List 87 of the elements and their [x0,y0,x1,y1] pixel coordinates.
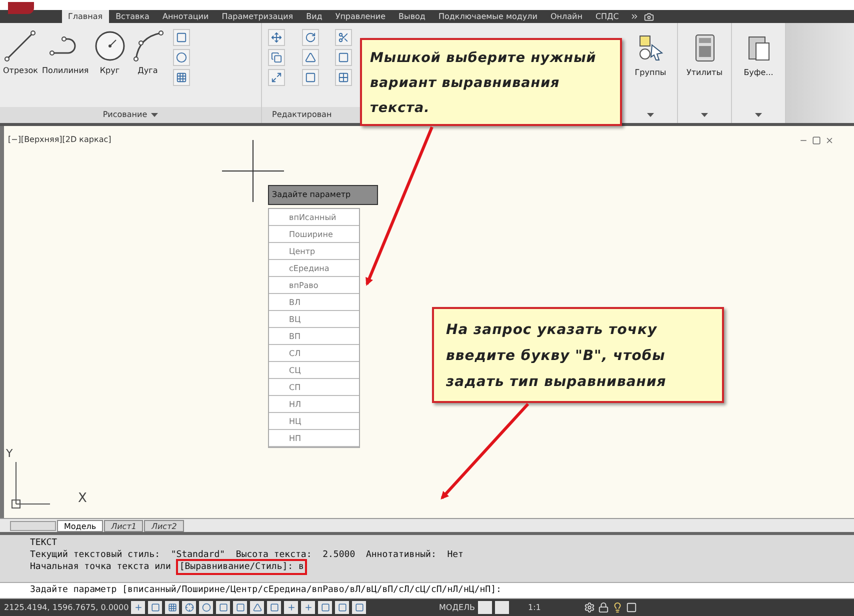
caret-icon [755,113,762,117]
command-history-line: Текущий текстовый стиль: "Standard" Высота текста: 2.5000 Аннотативный: Нет [30,549,464,561]
layout-icon[interactable] [495,601,510,614]
menu-item[interactable]: впРаво [269,277,359,294]
draw-tool-label[interactable]: Круг [100,65,120,77]
panel-title[interactable]: Рисование [102,109,148,121]
ribbon-tab[interactable]: Главная [62,10,109,23]
circle-tool-icon [92,29,127,63]
tool-label[interactable]: Утилиты [686,67,723,79]
viewport-label[interactable]: [−][Верхняя][2D каркас] [8,134,112,146]
menu-item[interactable]: НЦ [269,413,359,430]
command-history-line: Начальная точка текста или [30,561,172,573]
layout-tab[interactable]: Лист2 [144,520,184,532]
lock-icon[interactable] [598,602,609,613]
ribbon-tab[interactable]: Управление [329,10,392,23]
draw-tool-label[interactable]: Отрезок [3,65,38,77]
ribbon-tab[interactable]: Онлайн [544,10,588,23]
line-tool-icon [3,29,38,63]
command-history-line: ТЕКСТ [30,537,58,549]
more-tabs-icon[interactable] [630,12,639,21]
status-toggle-icon[interactable] [301,601,315,614]
status-toggle-icon[interactable] [352,601,366,614]
close-icon[interactable] [825,136,834,145]
menu-item[interactable]: НП [269,430,359,447]
status-toggle-icon[interactable] [318,601,332,614]
axis-label: Y [6,446,13,462]
menu-item[interactable]: ВП [269,328,359,345]
restore-icon[interactable] [812,136,821,145]
layout-tab[interactable]: Модель [57,520,104,532]
menu-item[interactable]: ВЦ [269,311,359,328]
menu-item[interactable]: впИсанный [269,209,359,226]
hatch-icon[interactable] [172,69,190,86]
arc-tool-icon [130,29,165,63]
ribbon-tab[interactable]: Вид [300,10,328,23]
rotate-icon[interactable] [302,29,319,46]
settings-icon[interactable] [584,602,595,613]
ribbon-tab[interactable]: СПДС [589,10,625,23]
command-input-field[interactable]: Задайте параметр [вписанный/Поширине/Центр/сЕредина/впРаво/вЛ/вЦ/вП/сЛ/сЦ/сП/нЛ/нЦ/нП]: [0,582,854,599]
ribbon-tab[interactable]: Вывод [392,10,432,23]
coordinates-readout: 2125.4194, 1596.7675, 0.0000 [4,602,128,614]
model-space-button[interactable]: МОДЕЛЬ [439,602,476,614]
menu-item[interactable]: СЛ [269,345,359,362]
menu-item[interactable]: СЦ [269,362,359,379]
array-icon[interactable] [335,69,352,86]
status-toggle-icon[interactable] [335,601,349,614]
ribbon-tab[interactable]: Аннотации [156,10,215,23]
copy-icon[interactable] [268,49,285,66]
status-toggle-icon[interactable] [233,601,247,614]
status-toggle-icon[interactable] [267,601,281,614]
menu-item[interactable]: СП [269,379,359,396]
axis-label: X [78,490,87,508]
status-toggle-icon[interactable] [165,601,179,614]
status-toggle-icon[interactable] [182,601,196,614]
status-toggle-icon[interactable] [131,601,145,614]
menu-item[interactable]: ВЛ [269,294,359,311]
lightbulb-icon[interactable] [612,602,623,613]
ribbon-tab[interactable]: Подключаемые модули [432,10,544,23]
callout: На запрос указать точку введите букву "В", чтобы задать тип выравнивания [432,307,724,403]
status-toggle-icon[interactable] [148,601,162,614]
status-toggle-icon[interactable] [199,601,213,614]
ribbon-tab[interactable]: Параметризация [216,10,300,23]
caret-icon [647,113,654,117]
menu-item[interactable]: НЛ [269,396,359,413]
status-toggle-icon[interactable] [250,601,264,614]
callout: Мышкой выберите нужный вариант выравнивания текста. [360,38,622,126]
fullscreen-icon[interactable] [626,602,637,613]
status-toggle-icon[interactable] [216,601,230,614]
tool-label[interactable]: Буфе... [744,67,774,79]
trim-icon[interactable] [335,29,352,46]
menu-header: Задайте параметр [268,185,378,205]
layout-icon[interactable] [478,601,492,614]
caret-icon [151,113,158,117]
camera-icon[interactable] [644,12,654,22]
rectangle-icon[interactable] [172,29,190,46]
highlighted-command-text: [Выравнивание/Стиль]: в [176,559,307,575]
status-toggle-icon[interactable] [284,601,298,614]
menu-item[interactable]: сЕредина [269,260,359,277]
layout-tab[interactable]: Лист1 [104,520,144,532]
draw-tool-label[interactable]: Полилиния [42,65,89,77]
annotation-scale[interactable]: 1:1 [528,602,541,614]
ribbon-tab[interactable]: Вставка [110,10,156,23]
draw-tool-label[interactable]: Дуга [138,65,158,77]
menu-item[interactable]: Поширине [269,226,359,243]
caret-icon [701,113,708,117]
move-icon[interactable] [268,29,285,46]
tool-label[interactable]: Группы [634,67,666,79]
menu-item[interactable]: Центр [269,243,359,260]
